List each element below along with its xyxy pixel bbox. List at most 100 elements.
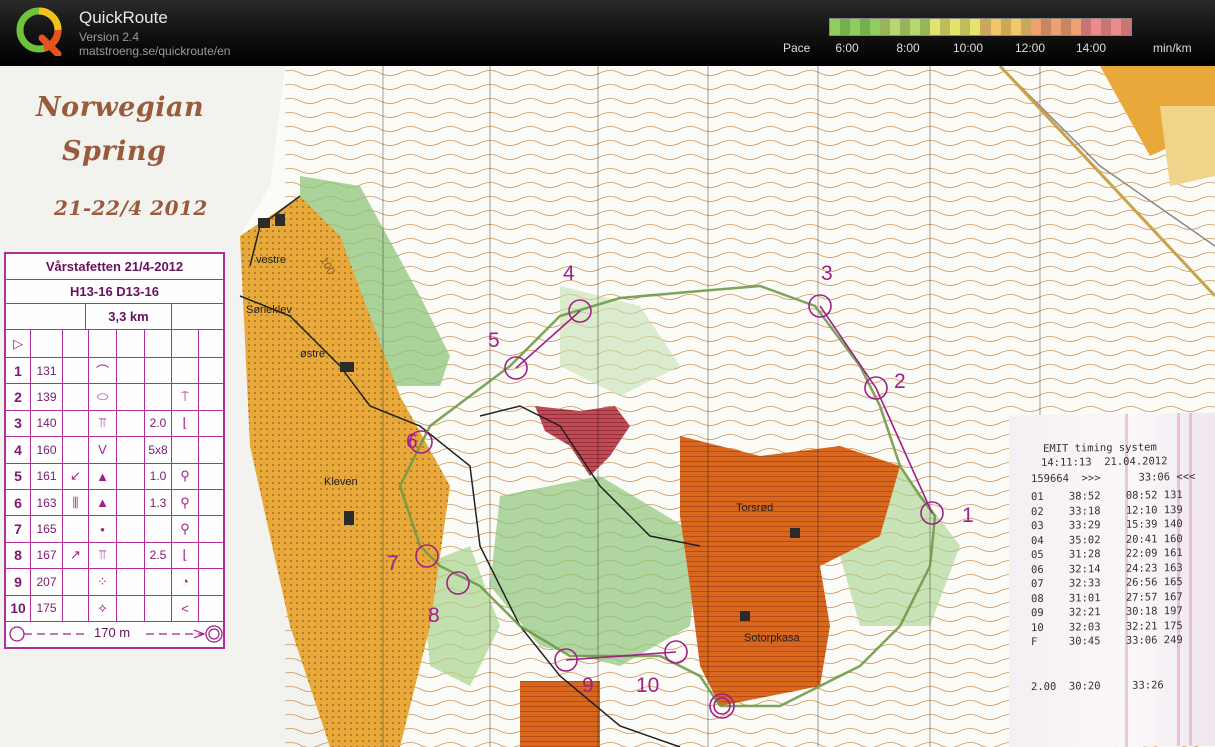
cd-control-row: 9 207 ⁘ ◔ <box>6 569 223 596</box>
cd-sym1 <box>63 516 89 542</box>
cd-finish-distance: 170 m <box>94 625 131 640</box>
place-label-ostre: østre <box>300 348 326 360</box>
pace-scale-segment <box>1070 19 1081 35</box>
cd-size: 5x8 <box>145 437 172 463</box>
cd-length-row: 3,3 km <box>6 304 223 330</box>
pace-tick: 10:00 <box>952 41 984 55</box>
cd-size <box>145 384 172 410</box>
cd-extra: ⌊ <box>172 542 199 569</box>
pace-scale-segment <box>960 19 971 35</box>
pace-scale-segment <box>930 19 941 35</box>
cd-sym2: ⁘ <box>89 569 117 595</box>
cd-sym1 <box>63 569 89 595</box>
cd-code: 140 <box>31 410 63 437</box>
control-number-10: 10 <box>636 674 660 697</box>
cd-control-row: 6 163 ⫼ ▲ 1.3 ⚲ <box>6 490 223 517</box>
cd-size <box>145 569 172 595</box>
quickroute-logo-icon <box>16 7 62 56</box>
pace-scale-segment <box>920 19 931 35</box>
cd-code: 167 <box>31 542 63 569</box>
start-triangle-icon: ▷ <box>6 330 31 357</box>
cd-num: 4 <box>6 437 31 463</box>
receipt-split-line: 06 32:14 24:23 163 <box>1031 561 1183 576</box>
pace-scale-segment <box>870 19 881 35</box>
cd-sym1 <box>63 384 89 410</box>
cd-control-row: 8 167 ↗ ⫪ 2.5 ⌊ <box>6 542 223 570</box>
place-label-sotorpkasa: Sotorpkasa <box>744 632 800 644</box>
cd-control-row: 5 161 ↙ ▲ 1.0 ⚲ <box>6 463 223 490</box>
event-title-line1: Norwegian <box>36 92 205 123</box>
cd-num: 2 <box>6 384 31 410</box>
pace-scale-segment <box>1100 19 1111 35</box>
pace-scale-segment <box>950 19 961 35</box>
cd-event-name: Vårstafetten 21/4-2012 <box>6 254 223 280</box>
pace-scale-segment <box>980 19 991 35</box>
pace-color-scale <box>829 18 1132 36</box>
cd-sym1 <box>63 595 89 621</box>
receipt-split-line: 05 31:28 22:09 161 <box>1031 547 1183 562</box>
receipt-footer: 2.00 30:20 33:26 <box>1031 679 1164 694</box>
app-title: QuickRoute <box>79 8 168 27</box>
cd-extra: ⌊ <box>172 410 199 437</box>
cd-num: 3 <box>6 410 31 437</box>
cd-num: 6 <box>6 490 31 516</box>
pace-tick: 8:00 <box>896 41 920 55</box>
cd-sym2: ⌒ <box>89 358 117 384</box>
pace-scale-segment <box>1030 19 1041 35</box>
receipt-split-line: 01 38:52 08:52 131 <box>1031 489 1183 504</box>
pace-scale-segment <box>1000 19 1011 35</box>
cd-sym1: ⫼ <box>63 490 89 516</box>
cd-extra: ⍑ <box>172 384 199 410</box>
pace-scale-segment <box>840 19 851 35</box>
receipt-split-line: F 30:45 33:06 249 <box>1031 634 1183 649</box>
cd-extra: < <box>172 595 199 621</box>
receipt-split-line: 04 35:02 20:41 160 <box>1031 532 1183 547</box>
pace-scale-segment <box>850 19 861 35</box>
receipt-title: EMIT timing system <box>1043 441 1157 455</box>
cd-num: 9 <box>6 569 31 595</box>
pace-scale-segment <box>890 19 901 35</box>
pace-scale-segment <box>1020 19 1031 35</box>
app-url[interactable]: matstroeng.se/quickroute/en <box>79 44 230 58</box>
pace-scale-segment <box>1010 19 1021 35</box>
pace-scale-segment <box>1090 19 1101 35</box>
control-number-7: 7 <box>387 552 399 575</box>
cd-size: 2.0 <box>145 410 172 437</box>
cd-code: 161 <box>31 463 63 489</box>
cd-size: 1.3 <box>145 490 172 516</box>
cd-control-row: 4 160 V 5x8 <box>6 437 223 464</box>
cd-extra: ⚲ <box>172 463 199 489</box>
event-date: 21-22/4 2012 <box>54 196 208 220</box>
cd-extra <box>172 358 199 384</box>
pace-tick: 6:00 <box>835 41 859 55</box>
pace-scale-segment <box>830 19 841 35</box>
receipt-split-line: 03 33:29 15:39 140 <box>1031 518 1183 533</box>
cd-size: 2.5 <box>145 542 172 569</box>
cd-sym2: ⟡ <box>89 595 117 621</box>
place-label-vestre: vestre <box>256 254 286 266</box>
cd-control-row: 7 165 • ⚲ <box>6 516 223 543</box>
event-title-line2: Spring <box>62 136 167 167</box>
control-number-3: 3 <box>821 262 833 285</box>
cd-code: 163 <box>31 490 63 516</box>
control-number-2: 2 <box>894 370 906 393</box>
cd-sym2: ▲ <box>89 463 117 489</box>
cd-size <box>145 595 172 621</box>
receipt-split-line: 09 32:21 30:18 197 <box>1031 605 1183 620</box>
cd-sym1: ↙ <box>63 463 89 489</box>
cd-code: 139 <box>31 384 63 410</box>
map-canvas[interactable]: Norwegian Spring 21-22/4 2012 Vårstafett… <box>0 66 1215 747</box>
cd-code: 160 <box>31 437 63 463</box>
pace-scale-segment <box>860 19 871 35</box>
cd-classes: H13-16 D13-16 <box>6 280 223 304</box>
receipt-split-line: 08 31:01 27:57 167 <box>1031 590 1183 605</box>
pace-scale-segment <box>1050 19 1061 35</box>
cd-extra: ◔ <box>172 569 199 595</box>
receipt-time-date: 14:11:13 21.04.2012 <box>1041 455 1168 469</box>
place-label-torsrod: Torsrød <box>736 502 774 514</box>
control-number-4: 4 <box>563 262 575 285</box>
pace-scale-segment <box>1060 19 1071 35</box>
cd-sym2: V <box>89 437 117 463</box>
pace-scale-segment <box>990 19 1001 35</box>
cd-finish-row: 170 m <box>6 622 223 647</box>
